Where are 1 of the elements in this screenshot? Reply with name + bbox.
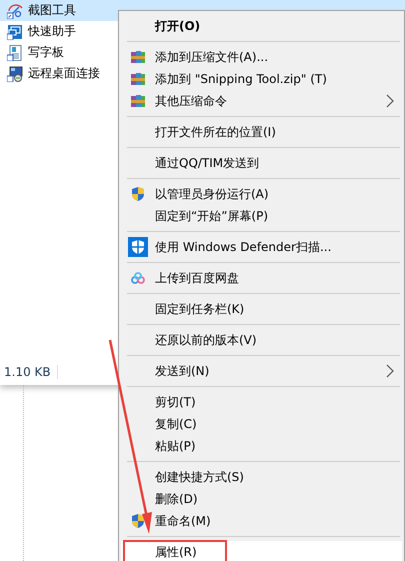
file-size: 1.10 KB: [4, 365, 58, 379]
